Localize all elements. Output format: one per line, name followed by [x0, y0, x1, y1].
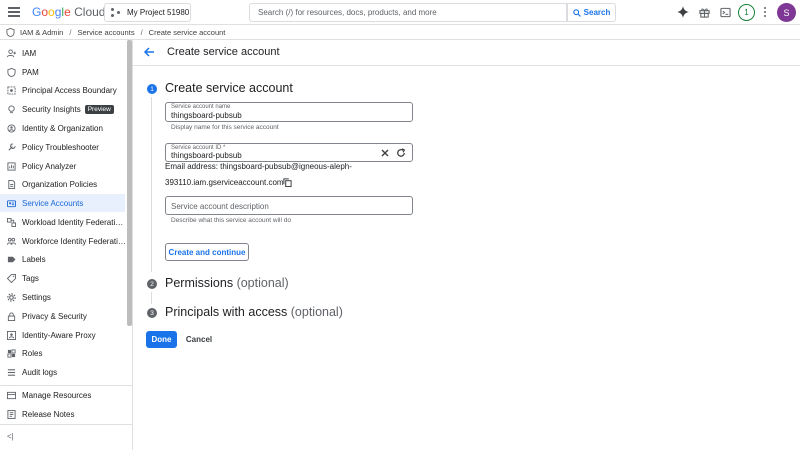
page-title: Create service account	[167, 46, 280, 58]
terminal-icon[interactable]	[718, 5, 732, 19]
sidebar-item-labels[interactable]: Labels	[0, 250, 125, 268]
gift-icon[interactable]	[697, 5, 711, 19]
roles-icon	[7, 348, 16, 358]
preview-badge: Preview	[84, 104, 114, 114]
service-account-description-field[interactable]: Service account description	[165, 196, 413, 215]
service-account-name-hint: Display name for this service account	[171, 124, 279, 131]
step-1-indicator: 1	[147, 84, 157, 94]
sidebar-item-service-accounts[interactable]: Service Accounts	[0, 194, 125, 212]
main-menu-icon[interactable]	[8, 6, 20, 18]
service-account-id-field[interactable]: Service account ID * thingsboard-pubsub	[165, 143, 413, 162]
collapse-sidebar-icon[interactable]: <|	[7, 432, 14, 441]
sidebar-item-organization-policies[interactable]: Organization Policies	[0, 175, 125, 193]
service-account-icon	[7, 199, 16, 208]
done-button[interactable]: Done	[146, 331, 177, 348]
list-icon	[7, 368, 16, 377]
more-options-icon[interactable]	[762, 6, 768, 18]
search-button[interactable]: Search	[567, 3, 616, 22]
sidebar-item-workforce-identity-federation[interactable]: Workforce Identity Federati…	[0, 232, 125, 250]
google-cloud-logo[interactable]: Google Cloud	[32, 5, 105, 19]
breadcrumb-separator: /	[140, 27, 143, 37]
project-selector[interactable]: My Project 51980	[104, 3, 191, 22]
email-address-line1: Email address: thingsboard-pubsub@igneou…	[165, 162, 352, 171]
sidebar-item-tags[interactable]: Tags	[0, 269, 125, 287]
sidebar-item-identity-aware-proxy[interactable]: Identity-Aware Proxy	[0, 326, 125, 344]
gemini-icon[interactable]	[676, 5, 690, 19]
refresh-icon[interactable]	[396, 148, 406, 158]
proxy-icon	[7, 330, 16, 340]
label-icon	[7, 255, 16, 264]
cancel-button[interactable]: Cancel	[183, 331, 215, 348]
breadcrumb-separator: /	[69, 27, 72, 37]
top-bar: Google Cloud My Project 51980 Search (/)…	[0, 0, 800, 25]
sidebar-item-iam[interactable]: IAM	[0, 44, 125, 62]
step-connector	[151, 97, 152, 272]
tag-icon	[7, 273, 16, 283]
sidebar-item-policy-analyzer[interactable]: Policy Analyzer	[0, 157, 125, 175]
document-icon	[7, 179, 16, 189]
search-input[interactable]: Search (/) for resources, docs, products…	[249, 3, 567, 22]
step-2-indicator: 2	[147, 279, 157, 289]
sidebar-scrollbar[interactable]	[127, 40, 132, 326]
service-account-description-hint: Describe what this service account will …	[171, 217, 291, 224]
step-1-title[interactable]: Create service account	[165, 81, 293, 95]
sidebar: IAM PAM Principal Access Boundary Securi…	[0, 40, 133, 450]
identity-icon	[7, 123, 16, 133]
breadcrumb-current: Create service account	[148, 27, 226, 37]
search-placeholder: Search (/) for resources, docs, products…	[258, 8, 437, 17]
search-icon	[572, 8, 581, 17]
analyzer-icon	[7, 161, 16, 171]
project-name: My Project 51980	[127, 8, 190, 17]
back-arrow-icon[interactable]	[143, 46, 155, 58]
gear-icon	[7, 292, 16, 302]
resources-icon	[7, 391, 16, 400]
step-2-title[interactable]: Permissions (optional)	[165, 276, 289, 290]
step-connector	[151, 292, 152, 304]
sidebar-item-roles[interactable]: Roles	[0, 344, 125, 362]
workforce-icon	[7, 237, 16, 246]
clear-icon[interactable]	[380, 148, 390, 158]
project-icon	[111, 7, 121, 18]
shield-icon	[7, 67, 16, 77]
avatar[interactable]: S	[777, 3, 796, 22]
workload-icon	[7, 217, 16, 227]
lock-icon	[7, 311, 16, 321]
email-address-line2: 393110.iam.gserviceaccount.com	[165, 178, 284, 187]
wrench-icon	[7, 142, 16, 152]
sidebar-item-manage-resources[interactable]: Manage Resources	[0, 386, 125, 404]
create-and-continue-button[interactable]: Create and continue	[165, 243, 249, 261]
breadcrumb-iam-admin[interactable]: IAM & Admin	[20, 28, 63, 37]
copy-icon[interactable]	[283, 178, 292, 187]
breadcrumb-service-accounts[interactable]: Service accounts	[77, 28, 134, 37]
notifications-badge[interactable]: 1	[738, 4, 755, 21]
sidebar-item-settings[interactable]: Settings	[0, 288, 125, 306]
page-header: Create service account	[133, 40, 800, 66]
sidebar-item-audit-logs[interactable]: Audit logs	[0, 363, 125, 381]
shield-icon	[6, 27, 15, 37]
sidebar-item-workload-identity-federation[interactable]: Workload Identity Federati…	[0, 213, 125, 231]
sidebar-item-principal-access-boundary[interactable]: Principal Access Boundary	[0, 81, 125, 99]
sidebar-item-privacy-security[interactable]: Privacy & Security	[0, 307, 125, 325]
insights-icon	[7, 104, 16, 114]
sidebar-item-pam[interactable]: PAM	[0, 63, 125, 81]
sidebar-item-security-insights[interactable]: Security Insights Preview	[0, 100, 125, 118]
sidebar-item-release-notes[interactable]: Release Notes	[0, 405, 125, 423]
person-add-icon	[7, 48, 16, 58]
sidebar-item-policy-troubleshooter[interactable]: Policy Troubleshooter	[0, 138, 125, 156]
sidebar-divider	[0, 424, 133, 425]
boundary-icon	[7, 85, 16, 95]
sidebar-item-identity-organization[interactable]: Identity & Organization	[0, 119, 125, 137]
notes-icon	[7, 409, 16, 419]
step-3-title[interactable]: Principals with access (optional)	[165, 305, 343, 319]
step-3-indicator: 3	[147, 308, 157, 318]
service-account-name-field[interactable]: Service account name thingsboard-pubsub	[165, 102, 413, 122]
breadcrumb: IAM & Admin / Service accounts / Create …	[0, 25, 800, 40]
